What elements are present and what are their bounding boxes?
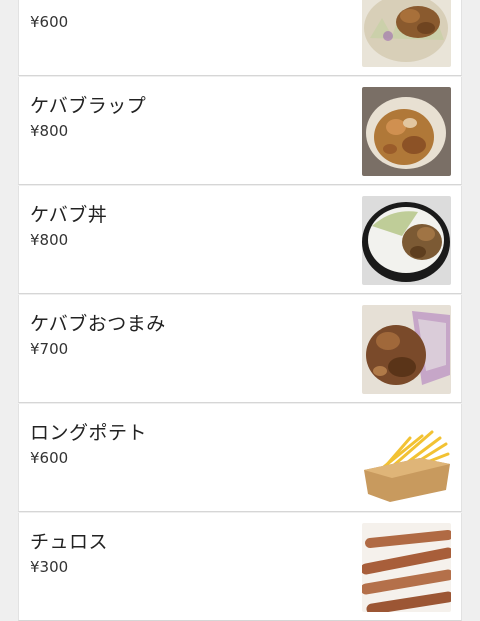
menu-item[interactable]: ケバブラップ ¥800 — [18, 77, 462, 185]
menu-item[interactable]: ¥600 — [18, 0, 462, 76]
churros-image — [362, 523, 451, 612]
menu-item[interactable]: チュロス ¥300 — [18, 513, 462, 621]
menu-item-name: ケバブラップ — [30, 95, 147, 117]
menu-item-price: ¥700 — [30, 340, 69, 358]
menu-item[interactable]: ケバブおつまみ ¥700 — [18, 295, 462, 403]
menu-item-name: ケバブ丼 — [30, 204, 108, 226]
menu-item-price: ¥600 — [30, 449, 69, 467]
menu-list: ¥600 ケバブラップ ¥800 ケバブ丼 ¥800 ケバブおつまみ ¥700 … — [18, 0, 462, 621]
long-fries-image — [362, 414, 451, 503]
kebab-rice-bowl-image — [362, 196, 451, 285]
menu-item-price: ¥800 — [30, 122, 69, 140]
menu-item-name: チュロス — [30, 531, 109, 553]
menu-item-name: ロングポテト — [30, 422, 148, 444]
kebab-wrap-image — [362, 87, 451, 176]
kebab-plate-image — [362, 0, 451, 67]
menu-item-price: ¥800 — [30, 231, 69, 249]
menu-item[interactable]: ロングポテト ¥600 — [18, 404, 462, 512]
kebab-snack-image — [362, 305, 451, 394]
menu-item-price: ¥300 — [30, 558, 69, 576]
menu-item-price: ¥600 — [30, 13, 69, 31]
menu-item[interactable]: ケバブ丼 ¥800 — [18, 186, 462, 294]
menu-item-name: ケバブおつまみ — [30, 313, 166, 335]
